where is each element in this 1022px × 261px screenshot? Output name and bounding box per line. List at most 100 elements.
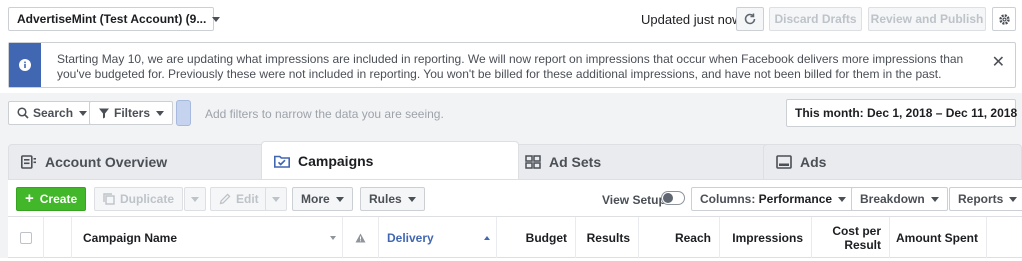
chevron-down-icon: [335, 196, 344, 202]
duplicate-label: Duplicate: [120, 192, 175, 206]
search-icon: [17, 107, 29, 119]
tab-ad-sets[interactable]: Ad Sets: [512, 144, 776, 179]
sort-down-icon: [330, 235, 336, 240]
chevron-down-icon: [212, 16, 221, 22]
chevron-down-icon: [79, 110, 88, 116]
refresh-icon: [744, 13, 756, 25]
edit-label: Edit: [236, 192, 259, 206]
warning-icon: [355, 233, 366, 242]
tab-account-overview[interactable]: Account Overview: [8, 144, 272, 179]
review-and-publish-button[interactable]: Review and Publish: [868, 7, 986, 31]
search-label: Search: [33, 106, 74, 120]
banner-message: Starting May 10, we are updating what im…: [57, 52, 964, 81]
chevron-down-icon: [156, 110, 165, 116]
column-label: Amount Spent: [896, 230, 978, 245]
sort-up-icon: [484, 235, 490, 240]
updated-status: Updated just now: [641, 12, 742, 27]
discard-drafts-button[interactable]: Discard Drafts: [769, 7, 862, 31]
info-icon: [19, 59, 31, 71]
tab-label: Campaigns: [298, 152, 374, 169]
filters-button[interactable]: Filters: [89, 101, 174, 125]
tab-label: Account Overview: [45, 154, 168, 170]
account-overview-icon: [21, 155, 37, 169]
filter-funnel-icon: [99, 108, 109, 119]
reports-label: Reports: [958, 192, 1004, 206]
info-banner: Starting May 10, we are updating what im…: [8, 42, 1016, 88]
gear-icon: [998, 13, 1010, 25]
settings-button[interactable]: [992, 7, 1016, 31]
more-label: More: [301, 192, 330, 206]
top-bar: AdvertiseMint (Test Account) (9... Updat…: [0, 0, 1022, 38]
column-label: Budget: [525, 230, 567, 245]
duplicate-button[interactable]: Duplicate: [94, 187, 184, 211]
date-range-label: This month: Dec 1, 2018 – Dec 11, 2018: [795, 106, 1018, 120]
date-range-picker[interactable]: This month: Dec 1, 2018 – Dec 11, 2018: [786, 99, 1018, 127]
column-header-amount-spent[interactable]: Amount Spent: [890, 217, 987, 258]
close-icon[interactable]: ✕: [992, 55, 1005, 71]
discard-drafts-label: Discard Drafts: [774, 12, 857, 26]
columns-value: Performance: [758, 192, 833, 206]
columns-button[interactable]: Columns: Performance: [691, 187, 856, 211]
level-tabs: Account Overview Campaigns Ad Sets Ads: [8, 141, 1022, 179]
column-header-reach[interactable]: Reach: [639, 217, 720, 258]
account-name: AdvertiseMint (Test Account) (9...: [17, 12, 207, 26]
create-button[interactable]: + Create: [16, 187, 87, 211]
campaigns-folder-icon: [274, 154, 290, 168]
column-label: Delivery: [387, 230, 434, 245]
column-label: Campaign Name: [83, 230, 178, 245]
column-header-warnings[interactable]: [343, 217, 379, 258]
campaign-toolbar: + Create Duplicate Edit More Rules View …: [8, 179, 1022, 216]
chevron-down-icon: [407, 196, 416, 202]
refresh-button[interactable]: [736, 7, 764, 31]
duplicate-icon: [103, 193, 115, 205]
reports-button[interactable]: Reports: [949, 187, 1022, 211]
tab-label: Ad Sets: [549, 154, 602, 170]
column-label: Cost per Result: [832, 223, 881, 252]
view-setup-toggle[interactable]: [661, 191, 685, 205]
banner-accent: [9, 43, 41, 87]
toggle-column-header: [44, 217, 72, 258]
view-setup-label: View Setup: [602, 193, 666, 207]
column-header-results[interactable]: Results: [576, 217, 639, 258]
tab-ads[interactable]: Ads: [763, 144, 1022, 179]
filter-placeholder-chip: [176, 100, 191, 126]
toggle-knob: [663, 193, 673, 203]
chevron-down-icon: [930, 196, 939, 202]
chevron-down-icon: [1009, 196, 1018, 202]
column-header-delivery[interactable]: Delivery: [379, 217, 497, 258]
column-label: Reach: [674, 230, 711, 245]
ads-icon: [776, 155, 792, 169]
plus-icon: +: [25, 190, 34, 207]
column-label: Results: [586, 230, 630, 245]
chevron-down-icon: [838, 196, 847, 202]
ad-sets-grid-icon: [525, 155, 541, 169]
tab-label: Ads: [800, 154, 827, 170]
create-label: Create: [39, 192, 78, 206]
chevron-down-icon: [191, 196, 199, 202]
column-header-cost-per-result[interactable]: Cost per Result: [812, 217, 890, 258]
pencil-icon: [219, 193, 231, 205]
account-selector[interactable]: AdvertiseMint (Test Account) (9...: [8, 7, 221, 31]
select-all-checkbox[interactable]: [19, 231, 32, 244]
table-header: Campaign Name Delivery Budget Results Re…: [8, 216, 1022, 258]
edit-button[interactable]: Edit: [210, 187, 268, 211]
rules-label: Rules: [369, 192, 402, 206]
breakdown-button[interactable]: Breakdown: [851, 187, 948, 211]
columns-prefix: Columns:: [700, 192, 759, 206]
column-header-campaign-name[interactable]: Campaign Name: [72, 217, 343, 258]
review-and-publish-label: Review and Publish: [870, 12, 984, 26]
column-header-budget[interactable]: Budget: [497, 217, 576, 258]
filter-input-placeholder[interactable]: Add filters to narrow the data you are s…: [205, 107, 444, 121]
search-button[interactable]: Search: [8, 101, 97, 125]
column-label: Impressions: [732, 230, 803, 245]
rules-button[interactable]: Rules: [360, 187, 425, 211]
tab-campaigns[interactable]: Campaigns: [261, 141, 519, 179]
edit-dropdown-button[interactable]: [265, 187, 287, 211]
filters-label: Filters: [114, 106, 151, 120]
more-button[interactable]: More: [292, 187, 353, 211]
breakdown-label: Breakdown: [860, 192, 925, 206]
duplicate-dropdown-button[interactable]: [184, 187, 206, 211]
chevron-down-icon: [272, 196, 280, 202]
column-header-impressions[interactable]: Impressions: [720, 217, 812, 258]
select-all-cell: [8, 217, 44, 258]
